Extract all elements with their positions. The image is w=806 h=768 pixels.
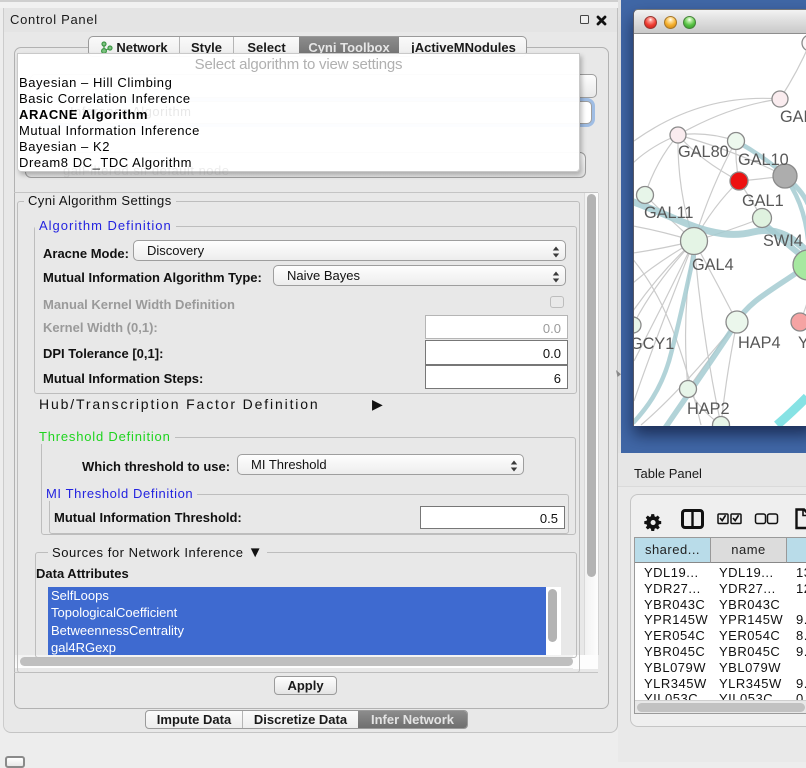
svg-text:GAL1: GAL1 [742,192,784,210]
svg-text:SWI4: SWI4 [763,232,803,250]
svg-text:Y: Y [798,334,806,352]
svg-text:HAP2: HAP2 [687,400,730,418]
svg-text:HAP4: HAP4 [738,334,781,352]
svg-text:GAL80: GAL80 [678,143,729,161]
svg-text:GAL11: GAL11 [644,204,693,222]
svg-text:GCY1: GCY1 [634,335,674,353]
svg-text:GAL4: GAL4 [692,256,734,274]
svg-text:GAL10: GAL10 [738,151,789,169]
svg-text:GAL7: GAL7 [780,108,806,126]
